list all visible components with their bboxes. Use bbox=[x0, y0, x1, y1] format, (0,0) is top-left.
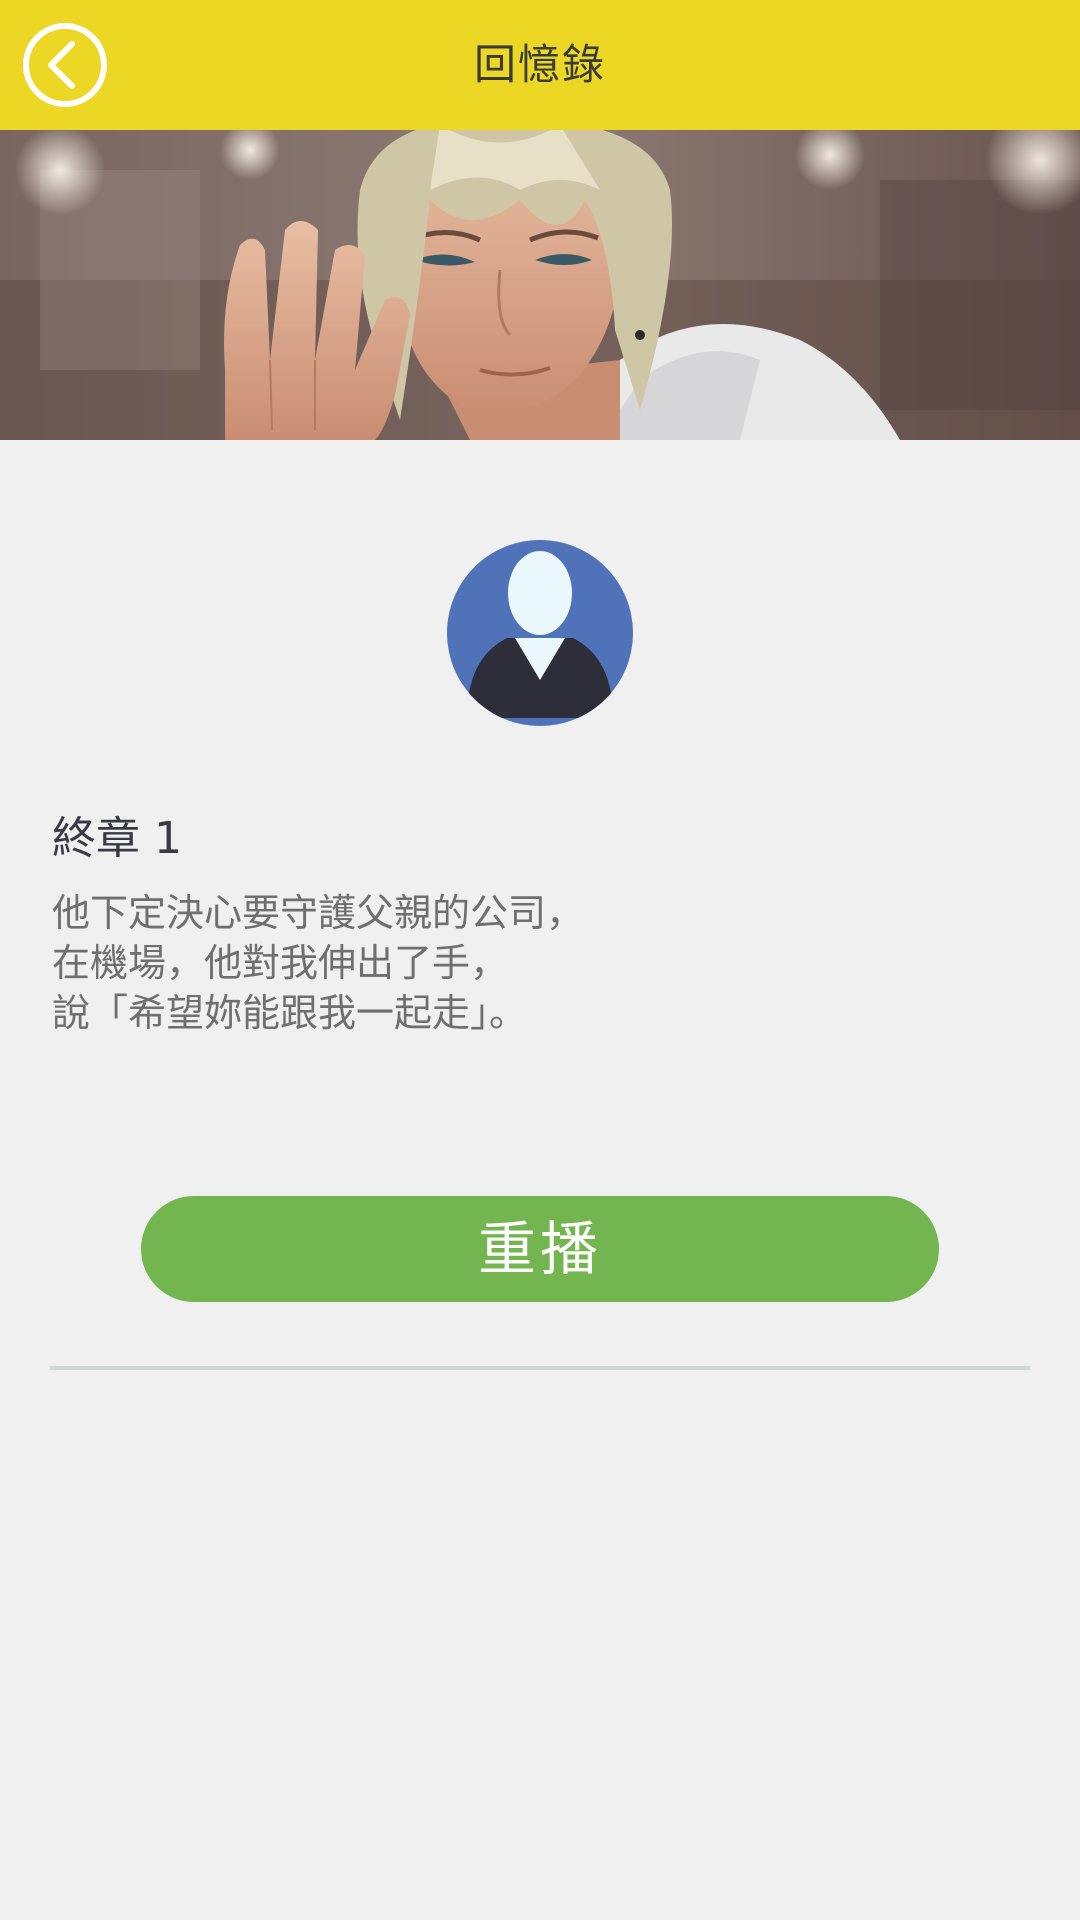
chapter-title: 終章 1 bbox=[52, 813, 182, 864]
replay-button[interactable]: 重播 bbox=[141, 1196, 939, 1302]
default-user-avatar-icon bbox=[447, 540, 633, 726]
description-line: 說「希望妳能跟我一起走」。 bbox=[52, 991, 528, 1035]
description-line: 他下定決心要守護父親的公司， bbox=[52, 891, 585, 935]
top-bar: 回憶錄 bbox=[0, 0, 1080, 130]
chapter-description: 他下定決心要守護父親的公司， 在機場，他對我伸出了手， 說「希望妳能跟我一起走」… bbox=[52, 888, 1032, 1038]
character-banner-image bbox=[0, 130, 1080, 440]
description-line: 在機場，他對我伸出了手， bbox=[52, 941, 509, 985]
avatar bbox=[445, 538, 635, 728]
divider bbox=[50, 1366, 1030, 1370]
page-title: 回憶錄 bbox=[473, 40, 606, 89]
